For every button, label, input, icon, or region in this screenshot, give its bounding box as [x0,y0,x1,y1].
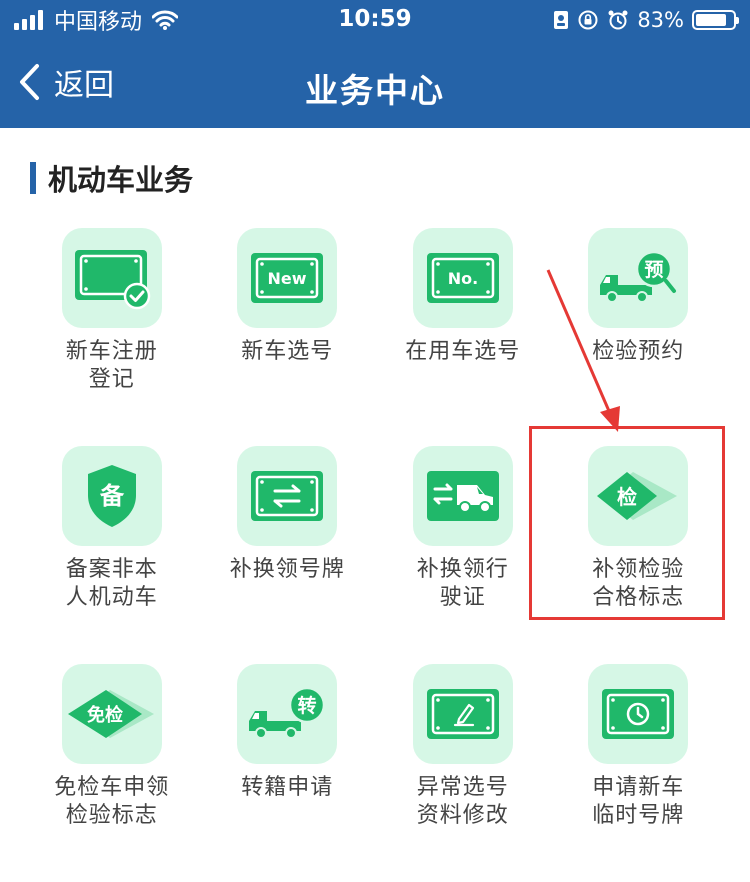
battery-percent: 83% [637,8,684,32]
service-label: 人机动车 [65,585,158,610]
new-plate-check-icon [74,250,150,310]
service-tile [412,664,513,764]
truck-transfer-icon: 转 [249,686,326,739]
service-label: 检验标志 [65,803,158,828]
service-tile: No. [412,228,513,328]
no-plate-icon: No. [426,253,499,303]
nav-bar: 返回 业务中心 [0,40,750,128]
service-label: 申请新车 [592,775,685,800]
battery-icon [692,10,739,30]
plate-edit-icon [426,689,499,739]
service-tile [588,664,689,764]
plate-exchange-icon [251,471,324,521]
service-label: 补换领行 [416,557,509,582]
service-label: 新车注册 [65,339,158,364]
section-title: 机动车业务 [48,163,194,197]
service-replace-plate[interactable]: 补换领号牌 [200,446,376,664]
service-label: 在用车选号 [405,339,521,364]
page-title: 业务中心 [305,71,445,110]
service-new-car-registration[interactable]: 新车注册 登记 [24,228,200,446]
vehicle-exchange-icon [426,471,499,521]
service-tile: 转 [237,664,338,764]
service-tile: 免检 [61,664,162,764]
service-label: 补换领号牌 [229,557,345,582]
service-exempt-vehicle-mark[interactable]: 免检 免检车申领 检验标志 [24,664,200,882]
id-card-icon [554,11,569,29]
service-number-info-edit[interactable]: 异常选号 资料修改 [375,664,551,882]
svg-text:No.: No. [448,269,478,288]
section-header: 机动车业务 [30,160,194,197]
service-transfer-application[interactable]: 转 转籍申请 [200,664,376,882]
status-bar: 中国移动 10:59 83% [0,0,750,40]
new-plate-icon: New [251,253,324,303]
status-right: 83% [553,4,739,36]
service-label: 转籍申请 [241,775,334,800]
svg-text:New: New [268,269,307,288]
service-label: 新车选号 [241,339,334,364]
svg-text:免检: 免检 [87,704,123,726]
service-tile [412,446,513,546]
section-accent-bar [30,162,36,194]
service-tile [61,228,162,328]
app-header: 中国移动 10:59 83% 返回 业务中心 [0,0,750,128]
shield-icon: 备 [87,465,136,527]
svg-text:转: 转 [298,694,317,717]
service-tile [237,446,338,546]
exempt-tag-icon: 免检 [67,690,154,738]
service-label: 资料修改 [416,803,509,828]
service-label: 异常选号 [416,775,509,800]
service-tile: 备 [61,446,162,546]
service-tile: 预 [588,228,689,328]
highlight-box [529,426,725,620]
service-record-other-vehicle[interactable]: 备 备案非本 人机动车 [24,446,200,664]
service-replace-license[interactable]: 补换领行 驶证 [375,446,551,664]
svg-text:备: 备 [99,482,125,510]
alarm-icon [608,10,628,30]
service-temporary-plate[interactable]: 申请新车 临时号牌 [551,664,727,882]
service-label: 驶证 [439,585,486,610]
service-label: 备案非本 [65,557,158,582]
plate-clock-icon [602,689,675,739]
service-inspection-appointment[interactable]: 预 检验预约 [551,228,727,446]
rotation-lock-icon [578,10,598,30]
service-label: 临时号牌 [592,803,685,828]
service-label: 登记 [88,367,135,392]
truck-reserve-icon: 预 [600,250,677,303]
service-new-car-number[interactable]: New 新车选号 [200,228,376,446]
svg-text:预: 预 [645,259,664,281]
service-tile: New [237,228,338,328]
service-label: 检验预约 [592,339,685,364]
service-used-car-number[interactable]: No. 在用车选号 [375,228,551,446]
service-label: 免检车申领 [54,775,170,800]
